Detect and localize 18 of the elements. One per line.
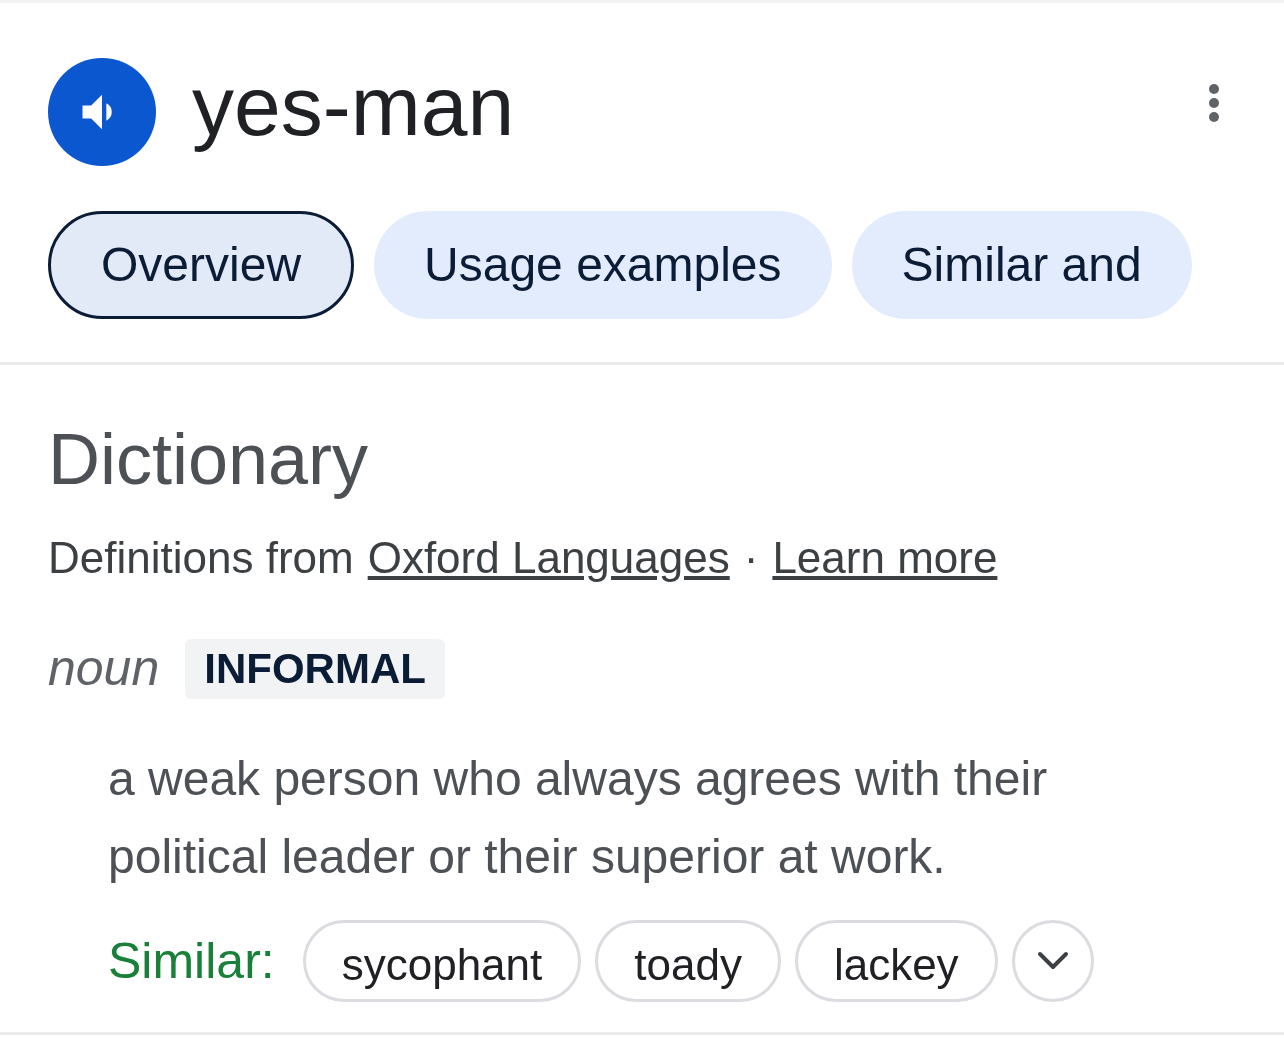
source-text: Definitions from	[48, 532, 354, 584]
tab[interactable]: Similar and	[851, 211, 1192, 319]
source-link[interactable]: Oxford Languages	[367, 525, 730, 591]
expand-button[interactable]	[1011, 920, 1094, 1002]
part-of-speech: noun	[48, 639, 160, 698]
learn-more-link[interactable]: Learn more	[772, 525, 998, 591]
more-icon	[1208, 83, 1220, 123]
similar-label: Similar:	[108, 931, 275, 991]
similar-word-chip[interactable]: lackey	[794, 920, 998, 1002]
chevron-down-icon	[1036, 951, 1069, 971]
similar-word-chip[interactable]: toady	[595, 920, 781, 1002]
separator: ·	[743, 532, 759, 584]
similar-word-chip[interactable]: sycophant	[302, 920, 582, 1002]
word-title: yes-man	[192, 64, 515, 155]
tab[interactable]: Overview	[48, 211, 355, 319]
tab[interactable]: Usage examples	[374, 211, 832, 319]
register-label: INFORMAL	[185, 638, 445, 699]
definition-text: a weak person who always agrees with their political leader or their superior at work.	[108, 751, 1049, 885]
